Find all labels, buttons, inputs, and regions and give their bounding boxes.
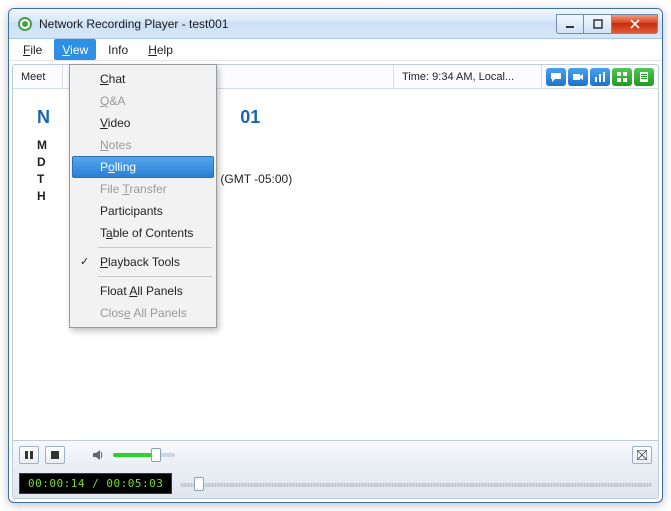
timeline-row: 00:00:14 / 00:05:03	[12, 469, 659, 499]
stop-button[interactable]	[45, 446, 65, 464]
app-icon	[17, 16, 33, 32]
window-buttons	[556, 14, 658, 34]
menu-close-all: Close All Panels	[72, 302, 214, 324]
menu-notes: Notes	[72, 134, 214, 156]
menu-file[interactable]: File	[15, 39, 50, 60]
menu-float-all[interactable]: Float All Panels	[72, 280, 214, 302]
menu-chat[interactable]: Chat	[72, 68, 214, 90]
pause-button[interactable]	[19, 446, 39, 464]
menu-help[interactable]: Help	[140, 39, 181, 60]
check-icon: ✓	[80, 255, 89, 268]
video-panel-icon[interactable]	[568, 68, 588, 86]
window-title: Network Recording Player - test001	[39, 17, 228, 31]
notes-panel-icon[interactable]	[634, 68, 654, 86]
close-button[interactable]	[612, 14, 658, 34]
minimize-button[interactable]	[556, 14, 584, 34]
titlebar: Network Recording Player - test001	[9, 9, 662, 39]
menu-separator-1	[98, 247, 212, 248]
volume-thumb[interactable]	[151, 448, 161, 462]
menu-qa: Q&A	[72, 90, 214, 112]
timeline-slider[interactable]	[180, 477, 652, 491]
share-panel-icon[interactable]	[612, 68, 632, 86]
timeline-track	[180, 483, 652, 487]
menu-polling[interactable]: Polling	[72, 156, 214, 178]
menu-view[interactable]: View	[54, 39, 96, 60]
menu-video[interactable]: Video	[72, 112, 214, 134]
app-window: Network Recording Player - test001 File …	[8, 8, 663, 503]
timeline-thumb[interactable]	[194, 477, 204, 491]
info-time: Time: 9:34 AM, Local...	[394, 65, 542, 88]
menubar: File View Info Help	[9, 39, 662, 61]
time-display: 00:00:14 / 00:05:03	[19, 473, 172, 494]
menu-file-transfer: File Transfer	[72, 178, 214, 200]
content-area: N xxxxxxxxxxxxxxxxxx 01 M xxxxxxxxxxxxxx…	[13, 89, 658, 440]
client-area: Meet Date: Thursday Time: 9:34 AM, Local…	[12, 64, 659, 441]
menu-separator-2	[98, 276, 212, 277]
poll-panel-icon[interactable]	[590, 68, 610, 86]
menu-toc[interactable]: Table of Contents	[72, 222, 214, 244]
playback-controls	[12, 441, 659, 469]
menu-info[interactable]: Info	[100, 39, 136, 60]
maximize-button[interactable]	[584, 14, 612, 34]
volume-fill	[113, 453, 156, 457]
info-meeting: Meet	[13, 65, 63, 88]
menu-playback-tools[interactable]: ✓ Playback Tools	[72, 251, 214, 273]
volume-slider[interactable]	[113, 453, 175, 457]
volume-icon[interactable]	[91, 447, 107, 463]
chat-panel-icon[interactable]	[546, 68, 566, 86]
menu-participants[interactable]: Participants	[72, 200, 214, 222]
view-menu-dropdown: Chat Q&A Video Notes Polling File Transf…	[69, 64, 217, 328]
fullscreen-button[interactable]	[632, 446, 652, 464]
panel-toggle-icons	[542, 65, 658, 88]
